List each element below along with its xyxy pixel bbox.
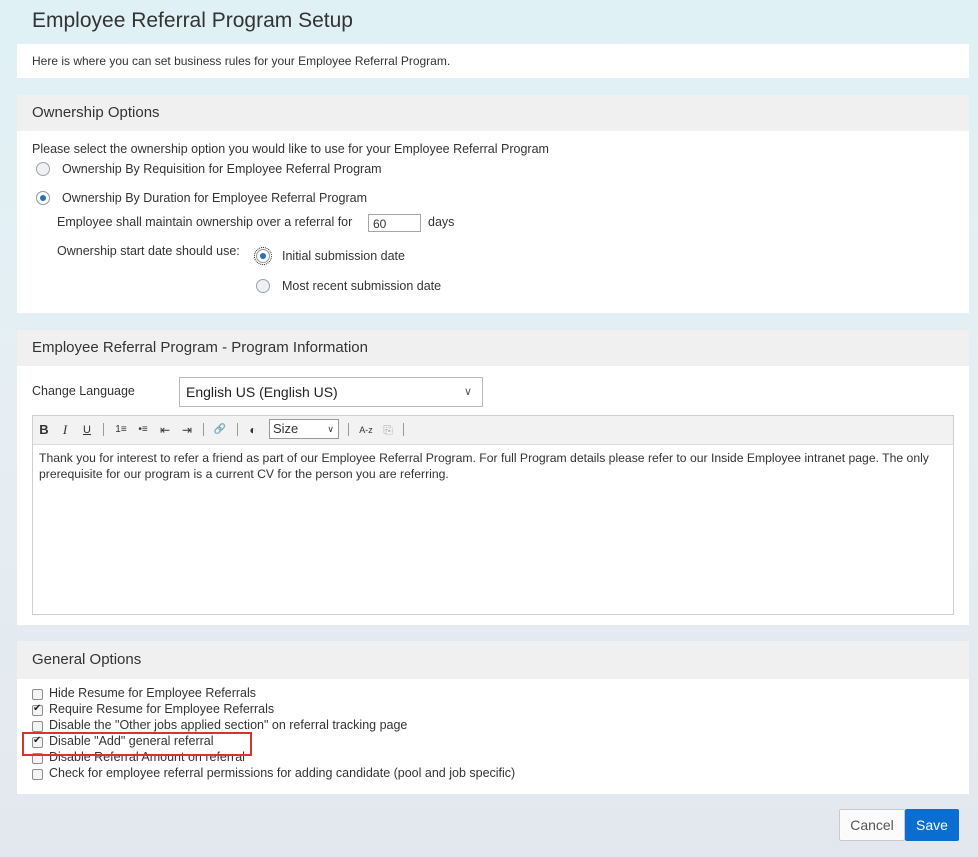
option-label[interactable]: Check for employee referral permissions … [49, 766, 515, 780]
option-label[interactable]: Require Resume for Employee Referrals [49, 702, 274, 716]
option-checkbox[interactable] [32, 769, 43, 780]
outdent-icon[interactable]: ⇤ [157, 421, 173, 439]
cancel-button[interactable]: Cancel [839, 809, 905, 841]
toolbar-separator [103, 423, 104, 436]
days-unit: days [428, 215, 455, 229]
option-checkbox[interactable] [32, 703, 43, 716]
program-info-panel: Employee Referral Program - Program Info… [17, 330, 969, 625]
font-size-label: Size [273, 421, 299, 436]
intro-text: Here is where you can set business rules… [32, 54, 451, 68]
editor-content[interactable]: Thank you for interest to refer a friend… [33, 445, 953, 488]
editor-toolbar: B I U 1≡ •≡ ⇤ ⇥ 🔗 ◐ Size ∨ A-z ⎘ [33, 416, 953, 445]
maintain-label: Employee shall maintain ownership over a… [57, 215, 353, 229]
color-palette-icon[interactable]: ◐ [245, 421, 261, 439]
radio-label-initial[interactable]: Initial submission date [282, 249, 405, 263]
program-info-heading: Employee Referral Program - Program Info… [17, 330, 969, 366]
radio-start-recent[interactable] [256, 279, 270, 293]
highlight-box [22, 732, 252, 756]
rich-text-editor[interactable]: B I U 1≡ •≡ ⇤ ⇥ 🔗 ◐ Size ∨ A-z ⎘ Thank y… [32, 415, 954, 615]
days-input[interactable]: 60 [368, 214, 421, 232]
bold-button[interactable]: B [38, 421, 50, 439]
radio-ownership-requisition[interactable] [36, 162, 50, 176]
start-date-label: Ownership start date should use: [57, 244, 240, 258]
general-options-panel: General Options Hide Resume for Employee… [17, 641, 969, 794]
ownership-heading: Ownership Options [17, 95, 969, 131]
language-select[interactable]: English US (English US) ∨ [179, 377, 483, 407]
ordered-list-icon[interactable]: 1≡ [113, 421, 129, 439]
toolbar-separator [348, 423, 349, 436]
ownership-panel: Ownership Options Please select the owne… [17, 95, 969, 313]
font-size-select[interactable]: Size ∨ [269, 419, 339, 439]
intro-panel: Here is where you can set business rules… [17, 44, 969, 78]
option-label[interactable]: Disable the "Other jobs applied section"… [49, 718, 407, 732]
chevron-down-icon: ∨ [463, 386, 472, 398]
link-icon[interactable]: 🔗 [212, 421, 228, 439]
radio-label-duration[interactable]: Ownership By Duration for Employee Refer… [62, 191, 367, 205]
radio-label-requisition[interactable]: Ownership By Requisition for Employee Re… [62, 162, 382, 176]
remove-format-icon[interactable]: ⎘ [380, 421, 396, 439]
radio-start-initial[interactable] [254, 247, 272, 265]
option-checkbox[interactable] [32, 689, 43, 700]
general-options-heading: General Options [17, 641, 969, 679]
language-value: English US (English US) [186, 384, 338, 400]
language-label: Change Language [32, 384, 135, 398]
radio-label-recent[interactable]: Most recent submission date [282, 279, 441, 293]
option-checkbox[interactable] [32, 721, 43, 732]
toolbar-separator [403, 423, 404, 436]
italic-button[interactable]: I [59, 421, 71, 439]
radio-ownership-duration[interactable] [36, 191, 50, 205]
chevron-down-icon: ∨ [327, 424, 334, 434]
option-label[interactable]: Hide Resume for Employee Referrals [49, 686, 256, 700]
save-button[interactable]: Save [905, 809, 959, 841]
underline-button[interactable]: U [81, 421, 93, 439]
indent-icon[interactable]: ⇥ [179, 421, 195, 439]
page-title: Employee Referral Program Setup [32, 9, 353, 32]
toolbar-separator [203, 423, 204, 436]
format-text-icon[interactable]: A-z [355, 421, 377, 439]
toolbar-separator [237, 423, 238, 436]
bullet-list-icon[interactable]: •≡ [135, 421, 151, 439]
ownership-prompt: Please select the ownership option you w… [32, 142, 549, 156]
